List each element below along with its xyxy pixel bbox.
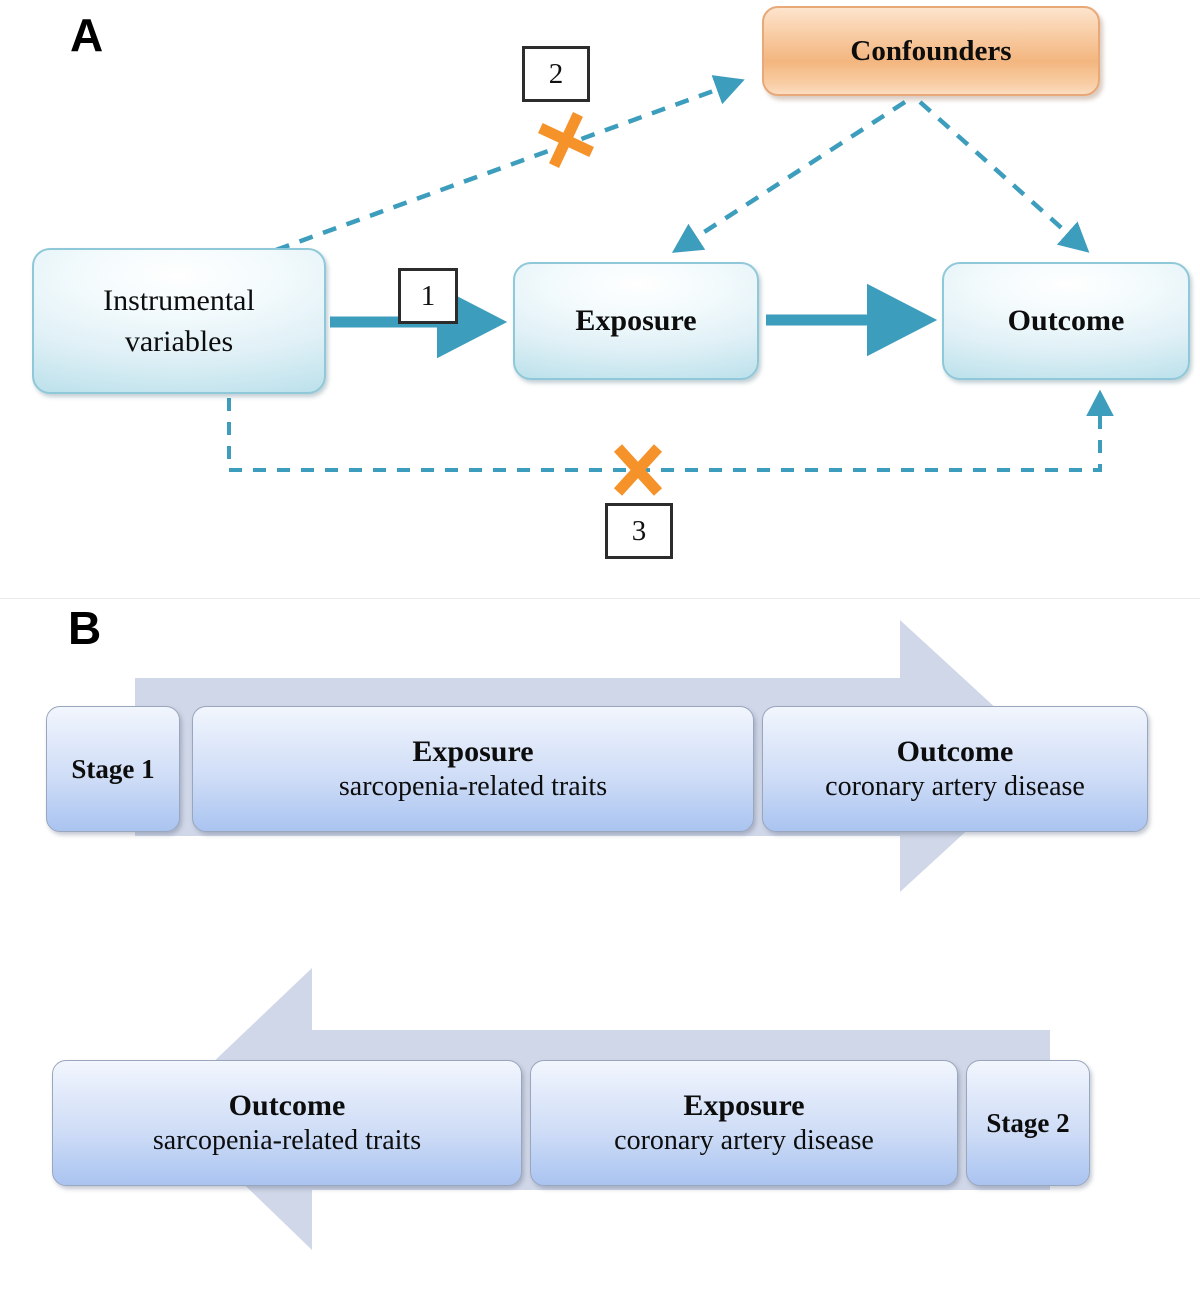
- stage-1-badge[interactable]: Stage 1: [46, 706, 180, 832]
- assumption-label-1: 1: [398, 268, 458, 324]
- stage-2-badge[interactable]: Stage 2: [966, 1060, 1090, 1186]
- stage-2-outcome-title: Outcome: [228, 1088, 346, 1122]
- node-exposure-label: Exposure: [575, 304, 697, 337]
- node-confounders[interactable]: Confounders: [762, 6, 1100, 96]
- edge-confounders-to-exposure: [671, 100, 907, 253]
- stage-2-label: Stage 2: [986, 1107, 1070, 1138]
- stage-1-exposure-subtitle: sarcopenia-related traits: [338, 771, 608, 803]
- node-outcome[interactable]: Outcome: [942, 262, 1190, 380]
- block-marker-3-icon: [613, 444, 663, 496]
- node-instrumental-variables[interactable]: Instrumental variables: [32, 248, 326, 394]
- node-confounders-label: Confounders: [850, 34, 1012, 67]
- assumption-label-1-text: 1: [420, 279, 436, 312]
- block-marker-2-icon: [538, 112, 594, 168]
- assumption-label-2: 2: [522, 46, 590, 102]
- node-exposure[interactable]: Exposure: [513, 262, 759, 380]
- stage-1-outcome-subtitle: coronary artery disease: [825, 771, 1085, 803]
- stage-2-outcome-box[interactable]: Outcome sarcopenia-related traits: [52, 1060, 522, 1186]
- panel-divider: [0, 598, 1200, 599]
- stage-2-exposure-subtitle: coronary artery disease: [614, 1125, 874, 1157]
- node-iv-line1: Instrumental: [103, 283, 255, 317]
- stage-2-exposure-title: Exposure: [683, 1088, 805, 1122]
- edge-confounders-to-outcome: [918, 100, 1090, 253]
- stage-1-outcome-title: Outcome: [896, 734, 1014, 768]
- stage-2-exposure-box[interactable]: Exposure coronary artery disease: [530, 1060, 958, 1186]
- assumption-label-3: 3: [605, 503, 673, 559]
- stage-1-exposure-title: Exposure: [412, 734, 534, 768]
- node-outcome-label: Outcome: [1007, 304, 1125, 337]
- stage-1-label: Stage 1: [71, 753, 155, 784]
- assumption-label-2-text: 2: [548, 57, 564, 90]
- edge-iv-to-confounders: [275, 75, 745, 253]
- edge-iv-to-outcome-direct: [227, 389, 1114, 472]
- node-iv-line2: variables: [124, 325, 234, 358]
- stage-1-outcome-box[interactable]: Outcome coronary artery disease: [762, 706, 1148, 832]
- panel-b-letter: B: [68, 602, 101, 654]
- stage-2-outcome-subtitle: sarcopenia-related traits: [152, 1125, 422, 1157]
- panel-a-letter: A: [70, 9, 103, 61]
- assumption-label-3-text: 3: [631, 514, 647, 547]
- stage-1-exposure-box[interactable]: Exposure sarcopenia-related traits: [192, 706, 754, 832]
